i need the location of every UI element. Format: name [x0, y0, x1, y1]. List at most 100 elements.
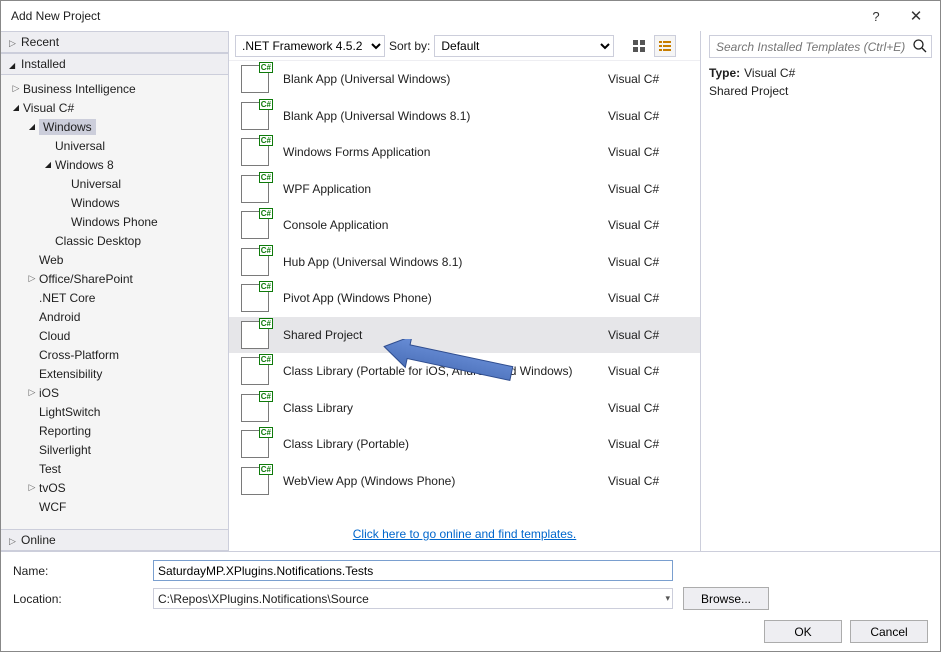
template-name: WebView App (Windows Phone): [283, 474, 608, 488]
template-name: Console Application: [283, 218, 608, 232]
online-templates-link-row: Click here to go online and find templat…: [229, 521, 700, 551]
template-icon: [241, 138, 269, 166]
template-row[interactable]: WebView App (Windows Phone)Visual C#: [229, 463, 700, 500]
tree-item[interactable]: Visual C#: [1, 98, 228, 117]
chevron-down-icon[interactable]: [25, 121, 39, 132]
tree-item-label: Windows 8: [55, 158, 114, 172]
tree-item-label: Windows Phone: [71, 215, 158, 229]
template-row[interactable]: Class LibraryVisual C#: [229, 390, 700, 427]
tree-item[interactable]: .NET Core: [1, 288, 228, 307]
tree-item-label: Windows: [39, 119, 96, 135]
cancel-button[interactable]: Cancel: [850, 620, 928, 643]
template-name: Blank App (Universal Windows): [283, 72, 608, 86]
close-button[interactable]: ✕: [896, 2, 936, 30]
tree-item[interactable]: tvOS: [1, 478, 228, 497]
tree-item[interactable]: Universal: [1, 136, 228, 155]
tree-item[interactable]: WCF: [1, 497, 228, 516]
template-language: Visual C#: [608, 364, 688, 378]
tree-item[interactable]: Silverlight: [1, 440, 228, 459]
tree-item-label: iOS: [39, 386, 59, 400]
template-list[interactable]: Blank App (Universal Windows)Visual C#Bl…: [229, 61, 700, 521]
location-value: C:\Repos\XPlugins.Notifications\Source: [158, 592, 369, 606]
grid-icon: [632, 39, 646, 53]
location-input[interactable]: C:\Repos\XPlugins.Notifications\Source ▾: [153, 588, 673, 609]
recent-header[interactable]: Recent: [1, 31, 228, 53]
tree-item-label: Reporting: [39, 424, 91, 438]
name-input[interactable]: [153, 560, 673, 581]
chevron-right-icon[interactable]: [25, 387, 39, 398]
tree-item[interactable]: iOS: [1, 383, 228, 402]
tree-item-label: Cross-Platform: [39, 348, 119, 362]
tree-item[interactable]: LightSwitch: [1, 402, 228, 421]
sortby-select[interactable]: Default: [434, 35, 614, 57]
tree-item[interactable]: Classic Desktop: [1, 231, 228, 250]
tree-item-label: Cloud: [39, 329, 70, 343]
template-language: Visual C#: [608, 401, 688, 415]
chevron-right-icon[interactable]: [25, 482, 39, 493]
tree-item[interactable]: Cloud: [1, 326, 228, 345]
tree-item[interactable]: Cross-Platform: [1, 345, 228, 364]
tree-item[interactable]: Universal: [1, 174, 228, 193]
chevron-right-icon[interactable]: [25, 273, 39, 284]
framework-select[interactable]: .NET Framework 4.5.2: [235, 35, 385, 57]
view-list-button[interactable]: [654, 35, 676, 57]
tree-item-label: Visual C#: [23, 101, 74, 115]
chevron-right-icon[interactable]: [9, 83, 23, 94]
template-icon: [241, 65, 269, 93]
online-templates-link[interactable]: Click here to go online and find templat…: [353, 527, 576, 541]
template-icon: [241, 321, 269, 349]
tree-item[interactable]: Reporting: [1, 421, 228, 440]
tree-item-label: Office/SharePoint: [39, 272, 133, 286]
chevron-down-icon: [9, 57, 21, 71]
installed-header[interactable]: Installed: [1, 53, 228, 75]
template-name: WPF Application: [283, 182, 608, 196]
template-language: Visual C#: [608, 255, 688, 269]
tree-item-label: tvOS: [39, 481, 66, 495]
template-icon: [241, 211, 269, 239]
chevron-down-icon: ▾: [665, 593, 670, 604]
tree-item[interactable]: Test: [1, 459, 228, 478]
tree-item[interactable]: Office/SharePoint: [1, 269, 228, 288]
tree-item[interactable]: Android: [1, 307, 228, 326]
tree-item-label: LightSwitch: [39, 405, 100, 419]
tree-item-label: Extensibility: [39, 367, 102, 381]
tree-item[interactable]: Windows 8: [1, 155, 228, 174]
template-language: Visual C#: [608, 72, 688, 86]
tree-item-label: Test: [39, 462, 61, 476]
tree-item[interactable]: Extensibility: [1, 364, 228, 383]
chevron-right-icon: [9, 533, 21, 547]
template-row[interactable]: Class Library (Portable for iOS, Android…: [229, 353, 700, 390]
template-row[interactable]: Hub App (Universal Windows 8.1)Visual C#: [229, 244, 700, 281]
template-name: Class Library (Portable for iOS, Android…: [283, 364, 608, 378]
browse-button[interactable]: Browse...: [683, 587, 769, 610]
template-row[interactable]: Shared ProjectVisual C#: [229, 317, 700, 354]
tree-item[interactable]: Windows: [1, 117, 228, 136]
chevron-down-icon[interactable]: [41, 159, 55, 170]
online-label: Online: [21, 533, 56, 547]
template-language: Visual C#: [608, 328, 688, 342]
tree-item-label: Classic Desktop: [55, 234, 141, 248]
template-name: Hub App (Universal Windows 8.1): [283, 255, 608, 269]
tree-item-label: Universal: [71, 177, 121, 191]
search-input[interactable]: [709, 35, 932, 58]
tree-item[interactable]: Web: [1, 250, 228, 269]
online-header[interactable]: Online: [1, 529, 228, 551]
template-row[interactable]: Blank App (Universal Windows 8.1)Visual …: [229, 98, 700, 135]
ok-button[interactable]: OK: [764, 620, 842, 643]
search-icon[interactable]: [912, 38, 928, 54]
template-row[interactable]: Console ApplicationVisual C#: [229, 207, 700, 244]
tree-item[interactable]: Business Intelligence: [1, 79, 228, 98]
template-row[interactable]: Blank App (Universal Windows)Visual C#: [229, 61, 700, 98]
template-row[interactable]: Class Library (Portable)Visual C#: [229, 426, 700, 463]
tree-item[interactable]: Windows: [1, 193, 228, 212]
help-button[interactable]: ?: [856, 2, 896, 30]
chevron-down-icon[interactable]: [9, 102, 23, 113]
chevron-right-icon: [9, 35, 21, 49]
template-row[interactable]: Pivot App (Windows Phone)Visual C#: [229, 280, 700, 317]
template-name: Pivot App (Windows Phone): [283, 291, 608, 305]
template-row[interactable]: Windows Forms ApplicationVisual C#: [229, 134, 700, 171]
view-large-icons-button[interactable]: [628, 35, 650, 57]
tree-item[interactable]: Windows Phone: [1, 212, 228, 231]
template-row[interactable]: WPF ApplicationVisual C#: [229, 171, 700, 208]
tree-item-label: Android: [39, 310, 80, 324]
